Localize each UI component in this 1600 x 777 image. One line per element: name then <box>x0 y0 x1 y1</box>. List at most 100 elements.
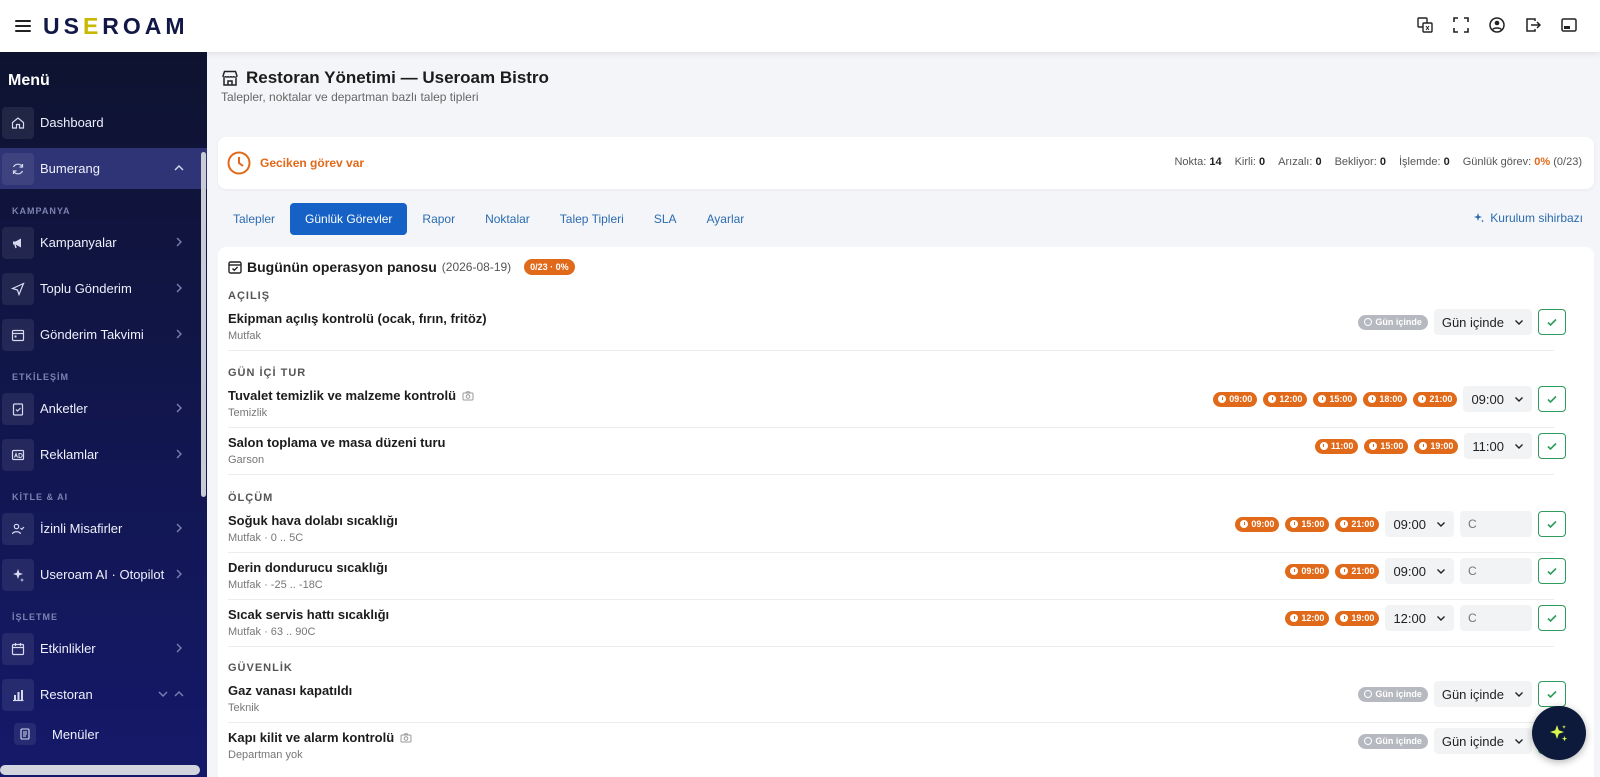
complete-button[interactable] <box>1538 605 1566 631</box>
sidebar-item-gonderim-takvimi[interactable]: Gönderim Takvimi <box>0 314 207 355</box>
alert-text: Geciken görev var <box>260 156 365 170</box>
sidebar-item-izinli-misafirler[interactable]: İzinli Misafirler <box>0 508 207 549</box>
status-chip: Gün içinde <box>1358 733 1428 749</box>
circle-icon <box>1364 690 1373 698</box>
sidebar-item-label: Bumerang <box>40 161 100 176</box>
sidebar-horizontal-scrollbar[interactable] <box>0 765 200 775</box>
complete-button[interactable] <box>1538 433 1566 459</box>
sidebar-item-useroam-ai[interactable]: Useroam AI · Otopilot <box>0 554 207 595</box>
tab-talepler[interactable]: Talepler <box>218 203 290 235</box>
time-chip: 11:00 <box>1314 438 1359 454</box>
check-icon <box>1547 318 1557 327</box>
task-controls: 09:00 21:00 09:00 <box>1285 558 1566 584</box>
temperature-input[interactable] <box>1460 605 1532 631</box>
complete-button[interactable] <box>1538 558 1566 584</box>
sidebar-item-label: İzinli Misafirler <box>40 521 123 536</box>
tab-rapor[interactable]: Rapor <box>407 203 470 235</box>
user-check-icon <box>2 512 34 545</box>
sidebar-item-label: Etkinlikler <box>40 641 96 656</box>
time-chip: 19:00 <box>1335 610 1380 626</box>
time-select[interactable]: 12:00 <box>1385 605 1454 631</box>
setup-wizard-link[interactable]: Kurulum sihirbazı <box>1473 211 1583 225</box>
menu-doc-icon <box>14 723 36 745</box>
camera-icon <box>462 390 474 400</box>
section-kampanya: KAMPANYA <box>12 206 71 216</box>
sidebar-item-bumerang[interactable]: Bumerang <box>0 148 207 189</box>
tab-talep-tipleri[interactable]: Talep Tipleri <box>545 203 639 235</box>
time-select[interactable]: 11:00 <box>1464 433 1532 459</box>
logout-icon[interactable] <box>1524 16 1542 34</box>
task-name: Kapı kilit ve alarm kontrolü <box>228 730 412 745</box>
time-select[interactable]: Gün içinde <box>1433 309 1532 335</box>
sidebar-item-kampanyalar[interactable]: Kampanyalar <box>0 222 207 263</box>
sidebar-scrollbar[interactable] <box>201 152 206 497</box>
section-guvenlik: GÜVENLİK <box>228 662 293 674</box>
chevron-down-icon <box>1515 692 1523 697</box>
sparkle-icon <box>2 558 34 591</box>
panel-icon[interactable] <box>1560 16 1578 34</box>
time-select[interactable]: 09:00 <box>1463 386 1532 412</box>
chevron-right-icon <box>176 403 182 413</box>
stats-bar: Nokta: 14 Kirli: 0 Arızalı: 0 Bekliyor: … <box>1174 156 1582 168</box>
sidebar-item-reklamlar[interactable]: Reklamlar <box>0 434 207 475</box>
translate-icon[interactable] <box>1416 16 1434 34</box>
task-row: Soğuk hava dolabı sıcaklığı Mutfak · 0 .… <box>228 507 1566 553</box>
check-icon <box>1547 690 1557 699</box>
circle-icon <box>1364 318 1373 326</box>
stat-kirli: Kirli: 0 <box>1234 156 1266 168</box>
stat-gunluk: Günlük görev: 0% (0/23) <box>1462 156 1582 168</box>
hamburger-icon[interactable] <box>15 20 31 32</box>
task-controls: Gün içinde Gün içinde <box>1358 681 1566 707</box>
task-dept: Departman yok <box>228 749 303 761</box>
temperature-input[interactable] <box>1460 511 1532 537</box>
section-acilis: AÇILIŞ <box>228 290 271 302</box>
ai-assistant-button[interactable] <box>1532 706 1586 760</box>
check-icon <box>1547 614 1557 623</box>
chevron-up-icon <box>174 691 184 697</box>
chevron-down-icon <box>1437 569 1445 574</box>
complete-button[interactable] <box>1538 309 1566 335</box>
stat-bekliyor: Bekliyor: 0 <box>1334 156 1386 168</box>
fullscreen-icon[interactable] <box>1452 16 1470 34</box>
time-chip: 21:00 <box>1413 391 1458 407</box>
user-icon[interactable] <box>1488 16 1506 34</box>
time-chip: 18:00 <box>1363 391 1408 407</box>
page-title: Restoran Yönetimi — Useroam Bistro <box>221 68 549 88</box>
sidebar-subitem-menuler[interactable]: Menüler <box>0 720 207 748</box>
sidebar-item-anketler[interactable]: Anketler <box>0 388 207 429</box>
clock-icon <box>1419 442 1428 450</box>
time-select[interactable]: Gün içinde <box>1433 681 1532 707</box>
tab-sla[interactable]: SLA <box>639 203 692 235</box>
sidebar-item-restoran[interactable]: Restoran <box>0 674 207 715</box>
tab-ayarlar[interactable]: Ayarlar <box>692 203 760 235</box>
chevron-down-icon <box>1515 320 1523 325</box>
chevron-down-icon <box>158 691 168 697</box>
time-chip: 09:00 <box>1235 516 1280 532</box>
clock-icon <box>1268 395 1277 403</box>
time-chip: 12:00 <box>1285 610 1330 626</box>
tab-gunluk-gorevler[interactable]: Günlük Görevler <box>290 203 408 235</box>
temperature-input[interactable] <box>1460 558 1532 584</box>
chevron-right-icon <box>176 237 182 247</box>
stat-islemde: İşlemde: 0 <box>1398 156 1450 168</box>
send-icon <box>2 272 34 305</box>
section-etkilesim: ETKİLEŞİM <box>12 372 70 382</box>
clock-icon <box>1218 395 1227 403</box>
task-row: Tuvalet temizlik ve malzeme kontrolü Tem… <box>228 382 1566 428</box>
sidebar-item-toplu-gonderim[interactable]: Toplu Gönderim <box>0 268 207 309</box>
time-select[interactable]: Gün içinde <box>1433 728 1532 754</box>
clock-icon <box>1368 395 1377 403</box>
time-select[interactable]: 09:00 <box>1385 511 1454 537</box>
camera-icon <box>400 732 412 742</box>
store-icon <box>222 70 238 86</box>
complete-button[interactable] <box>1538 511 1566 537</box>
sidebar-item-etkinlikler[interactable]: Etkinlikler <box>0 628 207 669</box>
tab-noktalar[interactable]: Noktalar <box>470 203 545 235</box>
time-select[interactable]: 09:00 <box>1385 558 1454 584</box>
sidebar-item-dashboard[interactable]: Dashboard <box>0 102 207 143</box>
page-header: Restoran Yönetimi — Useroam Bistro Talep… <box>221 68 549 104</box>
top-icons <box>1416 16 1578 34</box>
complete-button[interactable] <box>1538 681 1566 707</box>
task-dept: Mutfak <box>228 330 262 342</box>
complete-button[interactable] <box>1538 386 1566 412</box>
